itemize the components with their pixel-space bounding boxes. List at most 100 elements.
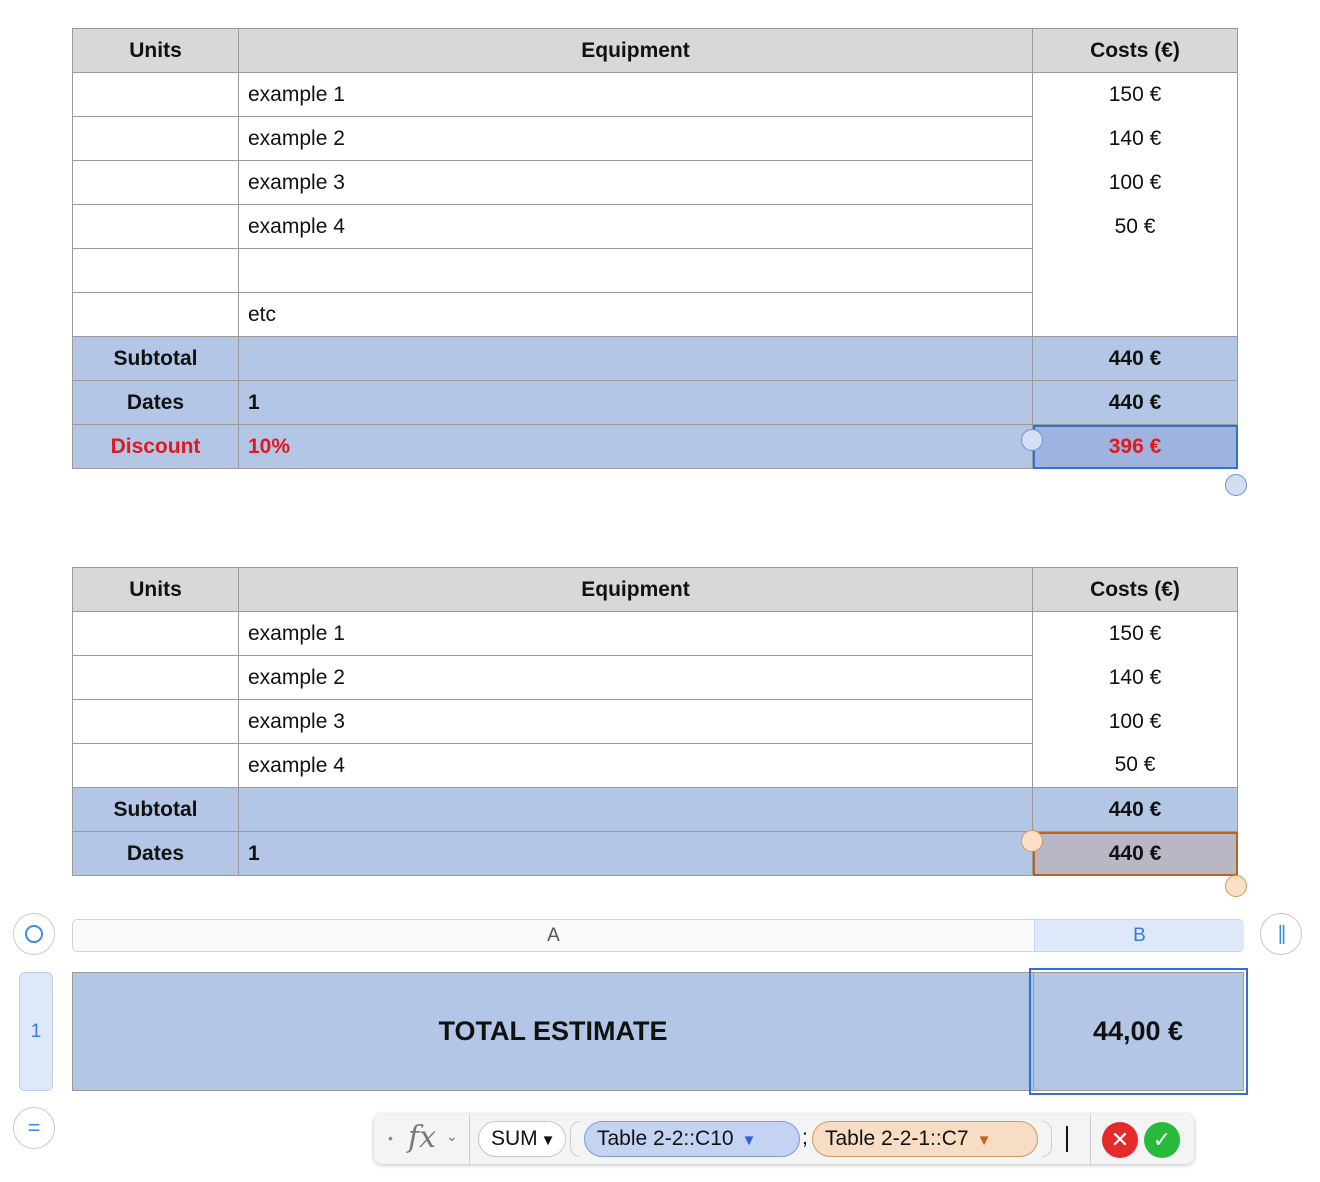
equipment-cell[interactable]: example 4 <box>238 743 1033 788</box>
circle-icon <box>25 925 43 943</box>
table-header-row: Units Equipment Costs (€) <box>72 567 1238 612</box>
total-estimate-label[interactable]: TOTAL ESTIMATE <box>73 973 1034 1090</box>
dates-row: Dates 1 440 € <box>72 380 1238 425</box>
drag-dot-icon[interactable]: • <box>388 1130 393 1146</box>
triangle-down-icon: ▼ <box>540 1132 556 1149</box>
units-cell[interactable] <box>72 160 239 205</box>
header-costs[interactable]: Costs (€) <box>1032 28 1238 73</box>
cancel-icon[interactable]: ✕ <box>1102 1122 1138 1158</box>
table-row: example 3 100 € <box>72 699 1238 744</box>
reference-1-text: Table 2-2::C10 <box>597 1127 734 1150</box>
equipment-cell[interactable]: example 2 <box>238 655 1033 700</box>
dates-label[interactable]: Dates <box>72 380 239 425</box>
chevron-down-icon[interactable]: ⌄ <box>446 1128 458 1145</box>
table-row: example 4 50 € <box>72 204 1238 249</box>
header-costs[interactable]: Costs (€) <box>1032 567 1238 612</box>
cost-cell[interactable]: 100 € <box>1032 699 1238 744</box>
equipment-cell[interactable]: example 1 <box>238 611 1033 656</box>
dates-value[interactable]: 1 <box>238 380 1033 425</box>
units-cell[interactable] <box>72 743 239 788</box>
reference-token-1[interactable]: Table 2-2::C10 ▼ <box>584 1121 800 1157</box>
units-cell[interactable] <box>72 699 239 744</box>
equipment-cell[interactable]: example 2 <box>238 116 1033 161</box>
triangle-down-icon: ▼ <box>976 1132 992 1149</box>
units-cell[interactable] <box>72 116 239 161</box>
table-row: example 1 150 € <box>72 611 1238 656</box>
header-units[interactable]: Units <box>72 28 239 73</box>
table-row: example 4 50 € <box>72 743 1238 788</box>
subtotal-cost[interactable]: 440 € <box>1032 336 1238 381</box>
selection-handle-bottom-right[interactable] <box>1225 474 1247 496</box>
add-row-handle[interactable]: = <box>13 1107 55 1149</box>
cost-cell[interactable]: 150 € <box>1032 611 1238 656</box>
subtotal-mid-cell[interactable] <box>238 336 1033 381</box>
reference-handle-top-left[interactable] <box>1021 830 1043 852</box>
table-row: etc <box>72 292 1238 337</box>
header-units[interactable]: Units <box>72 567 239 612</box>
function-token[interactable]: SUM ▼ <box>478 1121 566 1157</box>
subtotal-mid-cell[interactable] <box>238 787 1033 832</box>
units-cell[interactable] <box>72 292 239 337</box>
subtotal-label[interactable]: Subtotal <box>72 336 239 381</box>
cost-cell[interactable]: 140 € <box>1032 655 1238 700</box>
subtotal-cost[interactable]: 440 € <box>1032 787 1238 832</box>
header-equipment[interactable]: Equipment <box>238 28 1033 73</box>
argument-separator: ; <box>802 1126 808 1149</box>
checkmark-icon[interactable]: ✓ <box>1144 1122 1180 1158</box>
paren-open <box>570 1121 580 1157</box>
discount-cost-cell-selected[interactable]: 396 € <box>1032 424 1238 469</box>
column-header-a[interactable]: A <box>73 920 1034 951</box>
equipment-cell[interactable]: example 1 <box>238 72 1033 117</box>
table-row: example 1 150 € <box>72 72 1238 117</box>
reference-token-2[interactable]: Table 2-2-1::C7 ▼ <box>812 1121 1038 1157</box>
cost-cell[interactable]: 100 € <box>1032 160 1238 205</box>
triangle-down-icon: ▼ <box>741 1132 757 1149</box>
equipment-table-1: Units Equipment Costs (€) example 1 150 … <box>72 28 1238 469</box>
cost-cell[interactable] <box>1032 292 1238 337</box>
formula-editor: • fx ⌄ SUM ▼ Table 2-2::C10 ▼ ; Table 2-2-… <box>374 1114 1194 1164</box>
subtotal-row: Subtotal 440 € <box>72 787 1238 832</box>
table-row: example 3 100 € <box>72 160 1238 205</box>
equipment-cell[interactable]: example 3 <box>238 160 1033 205</box>
cost-cell[interactable]: 150 € <box>1032 72 1238 117</box>
table-row: example 2 140 € <box>72 655 1238 700</box>
dates-value[interactable]: 1 <box>238 831 1033 876</box>
dates-label[interactable]: Dates <box>72 831 239 876</box>
selection-handle-top-left[interactable] <box>1021 429 1043 451</box>
column-resize-icon: || <box>1277 922 1287 945</box>
equals-icon: = <box>27 1115 41 1140</box>
cost-cell[interactable] <box>1032 248 1238 293</box>
table-row: example 2 140 € <box>72 116 1238 161</box>
cost-cell[interactable]: 50 € <box>1032 204 1238 249</box>
discount-label[interactable]: Discount <box>72 424 239 469</box>
units-cell[interactable] <box>72 204 239 249</box>
header-equipment[interactable]: Equipment <box>238 567 1033 612</box>
table-select-handle[interactable] <box>13 913 55 955</box>
selected-cell-outline <box>1029 968 1248 1095</box>
reference-handle-bottom-right[interactable] <box>1225 875 1247 897</box>
table-header-row: Units Equipment Costs (€) <box>72 28 1238 73</box>
cost-cell[interactable]: 140 € <box>1032 116 1238 161</box>
dates-cost-cell-referenced[interactable]: 440 € <box>1032 831 1238 876</box>
divider <box>469 1114 470 1164</box>
column-header-b[interactable]: B <box>1034 920 1244 951</box>
units-cell[interactable] <box>72 248 239 293</box>
equipment-cell[interactable]: etc <box>238 292 1033 337</box>
fx-icon[interactable]: fx <box>408 1120 436 1155</box>
units-cell[interactable] <box>72 655 239 700</box>
table-row <box>72 248 1238 293</box>
subtotal-label[interactable]: Subtotal <box>72 787 239 832</box>
cost-cell[interactable]: 50 € <box>1032 743 1238 788</box>
discount-percent[interactable]: 10% <box>238 424 1033 469</box>
equipment-cell[interactable]: example 4 <box>238 204 1033 249</box>
text-cursor <box>1066 1126 1068 1152</box>
discount-row: Discount 10% 396 € <box>72 424 1238 469</box>
dates-cost[interactable]: 440 € <box>1032 380 1238 425</box>
add-column-handle[interactable]: || <box>1260 913 1302 955</box>
units-cell[interactable] <box>72 611 239 656</box>
units-cell[interactable] <box>72 72 239 117</box>
row-header-1[interactable]: 1 <box>19 972 53 1091</box>
equipment-cell[interactable]: example 3 <box>238 699 1033 744</box>
equipment-cell[interactable] <box>238 248 1033 293</box>
equipment-table-2: Units Equipment Costs (€) example 1 150 … <box>72 567 1238 876</box>
